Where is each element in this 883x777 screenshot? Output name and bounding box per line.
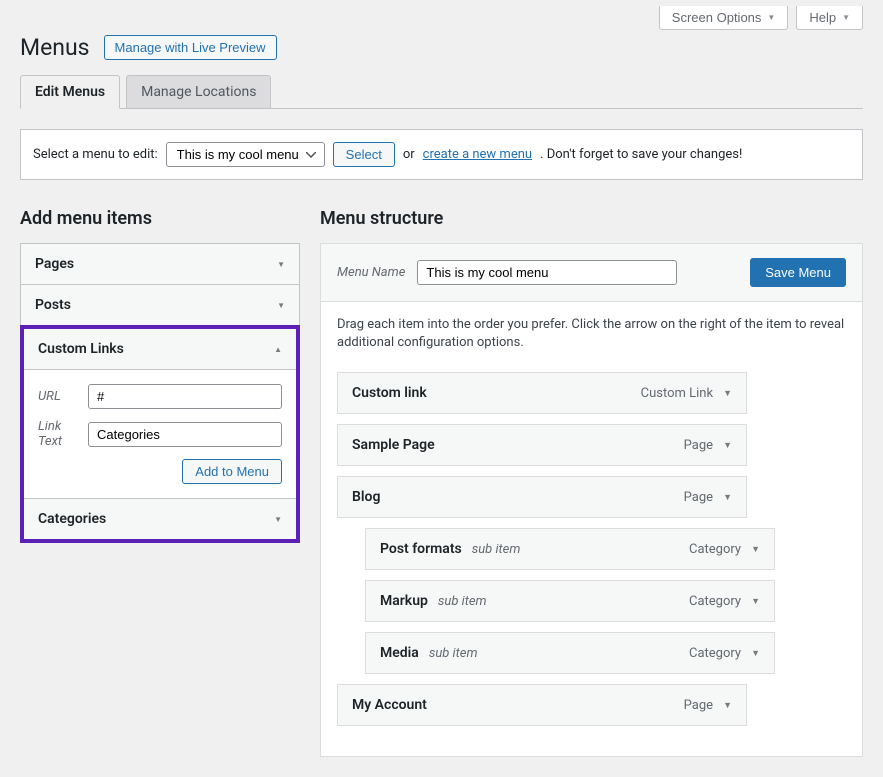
chevron-down-icon[interactable]: ▼ [723, 388, 732, 399]
menu-item[interactable]: Media sub item Category ▼ [365, 632, 775, 674]
tab-edit-menus[interactable]: Edit Menus [20, 75, 120, 109]
menu-name-label: Menu Name [337, 265, 405, 280]
tab-manage-locations[interactable]: Manage Locations [126, 75, 271, 108]
select-suffix: . Don't forget to save your changes! [540, 147, 742, 162]
menu-dropdown[interactable]: This is my cool menu [166, 142, 325, 167]
structure-heading: Menu structure [320, 208, 863, 229]
chevron-down-icon: ▼ [842, 13, 850, 22]
menu-item-title: My Account [352, 697, 427, 713]
accordion-custom-links[interactable]: Custom Links ▲ [24, 329, 296, 370]
sub-item-label: sub item [472, 542, 521, 557]
chevron-down-icon: ▼ [277, 260, 285, 269]
screen-options-button[interactable]: Screen Options ▼ [659, 6, 789, 30]
chevron-up-icon: ▲ [274, 345, 282, 354]
add-to-menu-button[interactable]: Add to Menu [182, 459, 282, 484]
sub-item-label: sub item [429, 646, 478, 661]
screen-options-label: Screen Options [672, 10, 762, 25]
accordion-posts[interactable]: Posts ▼ [21, 285, 299, 325]
create-new-menu-link[interactable]: create a new menu [423, 147, 532, 162]
menu-item-type: Page [684, 438, 713, 453]
menu-item-type: Custom Link [641, 386, 713, 401]
chevron-down-icon[interactable]: ▼ [751, 544, 760, 555]
live-preview-button[interactable]: Manage with Live Preview [104, 35, 277, 60]
menu-items-list: Custom linkCustom Link▼Sample PagePage▼B… [337, 372, 846, 726]
select-prompt: Select a menu to edit: [33, 147, 158, 162]
menu-name-input[interactable] [417, 260, 677, 285]
menu-item[interactable]: Custom link Custom Link ▼ [337, 372, 747, 414]
menu-item-type: Page [684, 490, 713, 505]
menu-item-title: Sample Page [352, 437, 435, 453]
help-label: Help [809, 10, 836, 25]
menu-item-type: Category [689, 646, 741, 661]
tabs: Edit Menus Manage Locations [20, 75, 863, 109]
menu-item[interactable]: My Account Page ▼ [337, 684, 747, 726]
url-input[interactable] [88, 384, 282, 409]
instructions-text: Drag each item into the order you prefer… [337, 316, 846, 352]
menu-item-title: Markup [380, 593, 428, 609]
chevron-down-icon[interactable]: ▼ [723, 492, 732, 503]
chevron-down-icon: ▼ [767, 13, 775, 22]
sub-item-label: sub item [438, 594, 487, 609]
accordion-categories[interactable]: Categories ▼ [24, 499, 296, 539]
menu-item[interactable]: Markup sub item Category ▼ [365, 580, 775, 622]
save-menu-button[interactable]: Save Menu [750, 258, 846, 287]
add-items-heading: Add menu items [20, 208, 300, 229]
chevron-down-icon[interactable]: ▼ [723, 700, 732, 711]
menu-item[interactable]: Blog Page ▼ [337, 476, 747, 518]
chevron-down-icon[interactable]: ▼ [751, 648, 760, 659]
url-label: URL [38, 389, 88, 404]
menu-item-type: Page [684, 698, 713, 713]
menu-item-type: Category [689, 542, 741, 557]
menu-item-title: Post formats [380, 541, 462, 557]
link-text-label: Link Text [38, 419, 88, 449]
menu-item-title: Media [380, 645, 419, 661]
menu-item-title: Custom link [352, 385, 427, 401]
chevron-down-icon[interactable]: ▼ [723, 440, 732, 451]
menu-item-title: Blog [352, 489, 380, 505]
help-button[interactable]: Help ▼ [796, 6, 863, 30]
link-text-input[interactable] [88, 422, 282, 447]
menu-item[interactable]: Post formats sub item Category ▼ [365, 528, 775, 570]
or-text: or [403, 147, 415, 162]
page-title: Menus [20, 34, 90, 61]
chevron-down-icon[interactable]: ▼ [751, 596, 760, 607]
menu-item-type: Category [689, 594, 741, 609]
accordion-pages[interactable]: Pages ▼ [21, 244, 299, 285]
select-button[interactable]: Select [333, 142, 395, 167]
chevron-down-icon: ▼ [277, 301, 285, 310]
menu-select-bar: Select a menu to edit: This is my cool m… [20, 129, 863, 180]
chevron-down-icon: ▼ [274, 515, 282, 524]
menu-item[interactable]: Sample Page Page ▼ [337, 424, 747, 466]
